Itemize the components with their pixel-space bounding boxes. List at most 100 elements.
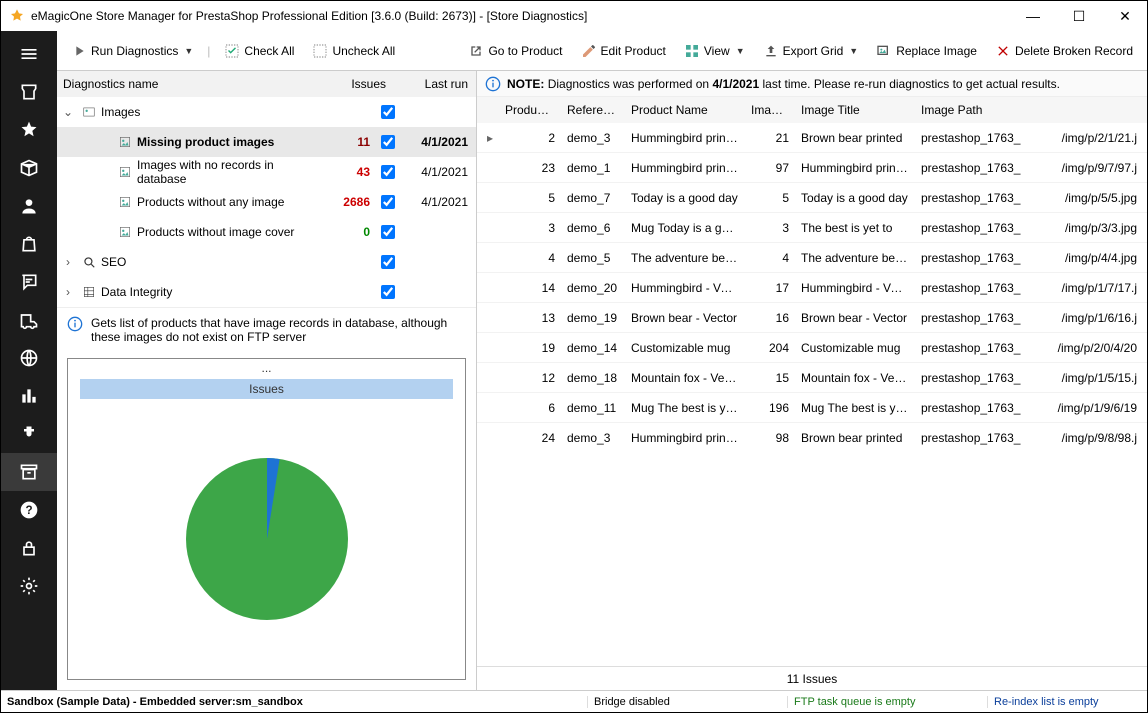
delete-broken-button[interactable]: Delete Broken Record	[989, 39, 1139, 63]
cell-product-id: 2	[499, 131, 561, 145]
diag-row[interactable]: Images with no records in database434/1/…	[57, 157, 476, 187]
nav-globe[interactable]	[1, 339, 57, 377]
cell-product-name: The adventure begins	[625, 251, 745, 265]
diag-checkbox[interactable]	[370, 255, 406, 269]
nav-package[interactable]	[1, 149, 57, 187]
diag-checkbox[interactable]	[370, 165, 406, 179]
diag-checkbox[interactable]	[370, 225, 406, 239]
replace-image-icon	[876, 43, 892, 59]
table-row[interactable]: 4demo_5The adventure begins4The adventur…	[477, 243, 1147, 273]
cell-product-id: 6	[499, 401, 561, 415]
diag-checkbox[interactable]	[370, 195, 406, 209]
col-product-id[interactable]: Product ID	[499, 103, 561, 117]
diag-row[interactable]: Products without any image26864/1/2021	[57, 187, 476, 217]
col-issues[interactable]: Issues	[326, 77, 396, 91]
table-row[interactable]: 14demo_20Hummingbird - Vector17Hummingbi…	[477, 273, 1147, 303]
titlebar: eMagicOne Store Manager for PrestaShop P…	[1, 1, 1147, 31]
dropdown-icon: ▼	[847, 46, 858, 56]
cell-image-id: 21	[745, 131, 795, 145]
nav-bag[interactable]	[1, 225, 57, 263]
nav-plugin[interactable]	[1, 415, 57, 453]
col-reference[interactable]: Reference	[561, 103, 625, 117]
run-diagnostics-button[interactable]: Run Diagnostics ▼	[65, 39, 199, 63]
row-icon	[79, 105, 99, 119]
plugin-icon	[19, 424, 39, 444]
check-all-button[interactable]: Check All	[218, 39, 300, 63]
table-row[interactable]: 6demo_11Mug The best is yet to196Mug The…	[477, 393, 1147, 423]
toolbar-separator: |	[205, 44, 212, 58]
diag-row[interactable]: Missing product images114/1/2021	[57, 127, 476, 157]
gear-icon	[19, 576, 39, 596]
cell-image-title: Mug The best is yet to	[795, 401, 915, 415]
nav-star[interactable]	[1, 111, 57, 149]
nav-gear[interactable]	[1, 567, 57, 605]
table-row[interactable]: 23demo_1Hummingbird printed97Hummingbird…	[477, 153, 1147, 183]
package-icon	[19, 158, 39, 178]
cell-product-name: Brown bear - Vector	[625, 311, 745, 325]
col-last-run[interactable]: Last run	[396, 77, 476, 91]
grid-body[interactable]: ▸2demo_3Hummingbird printed21Brown bear …	[477, 123, 1147, 666]
chart-ellipsis[interactable]: ...	[259, 359, 273, 377]
nav-menu[interactable]	[1, 35, 57, 73]
cell-image-path-rel: /img/p/2/1/21.j	[1035, 131, 1147, 145]
cell-product-id: 23	[499, 161, 561, 175]
edit-product-button[interactable]: Edit Product	[575, 39, 672, 63]
table-row[interactable]: 24demo_3Hummingbird printed98Brown bear …	[477, 423, 1147, 453]
diag-checkbox[interactable]	[370, 285, 406, 299]
col-image-path[interactable]: Image Path	[915, 103, 1035, 117]
diag-label: Products without any image	[135, 195, 320, 209]
cell-product-id: 24	[499, 431, 561, 445]
table-row[interactable]: 12demo_18Mountain fox - Vector15Mountain…	[477, 363, 1147, 393]
diag-row[interactable]: ›Data Integrity	[57, 277, 476, 307]
diag-row[interactable]: ›SEO	[57, 247, 476, 277]
diag-checkbox[interactable]	[370, 135, 406, 149]
col-product-name[interactable]: Product Name	[625, 103, 745, 117]
tree-toggle[interactable]: ⌄	[57, 105, 79, 119]
nav-help[interactable]: ?	[1, 491, 57, 529]
table-row[interactable]: 5demo_7Today is a good day5Today is a go…	[477, 183, 1147, 213]
table-row[interactable]: 13demo_19Brown bear - Vector16Brown bear…	[477, 303, 1147, 333]
cell-image-path-rel: /img/p/1/7/17.j	[1035, 281, 1147, 295]
table-row[interactable]: 19demo_14Customizable mug204Customizable…	[477, 333, 1147, 363]
export-grid-button[interactable]: Export Grid ▼	[757, 39, 865, 63]
col-image-id[interactable]: Image ID	[745, 103, 795, 117]
window-maximize-button[interactable]: ☐	[1065, 8, 1093, 25]
info-text: Gets list of products that have image re…	[91, 316, 466, 344]
diag-last-run: 4/1/2021	[406, 195, 476, 209]
user-icon	[19, 196, 39, 216]
col-image-title[interactable]: Image Title	[795, 103, 915, 117]
window-minimize-button[interactable]: —	[1019, 8, 1047, 24]
row-icon	[115, 165, 135, 179]
cell-reference: demo_3	[561, 431, 625, 445]
tree-toggle[interactable]: ›	[57, 255, 79, 269]
cell-image-title: Hummingbird printed	[795, 161, 915, 175]
cell-image-title: Mountain fox - Vector	[795, 371, 915, 385]
nav-chat[interactable]	[1, 263, 57, 301]
nav-user[interactable]	[1, 187, 57, 225]
toolbar: Run Diagnostics ▼ | Check All Uncheck Al…	[57, 31, 1147, 71]
nav-truck[interactable]	[1, 301, 57, 339]
diag-checkbox[interactable]	[370, 105, 406, 119]
replace-image-button[interactable]: Replace Image	[870, 39, 983, 63]
nav-chart[interactable]	[1, 377, 57, 415]
uncheck-all-button[interactable]: Uncheck All	[306, 39, 401, 63]
diag-row[interactable]: ⌄Images	[57, 97, 476, 127]
run-diagnostics-label: Run Diagnostics	[91, 44, 178, 58]
svg-text:?: ?	[25, 504, 32, 517]
uncheck-all-label: Uncheck All	[332, 44, 395, 58]
nav-store[interactable]	[1, 73, 57, 111]
go-to-product-button[interactable]: Go to Product	[462, 39, 568, 63]
table-row[interactable]: ▸2demo_3Hummingbird printed21Brown bear …	[477, 123, 1147, 153]
table-row[interactable]: 3demo_6Mug Today is a good3The best is y…	[477, 213, 1147, 243]
nav-archive[interactable]	[1, 453, 57, 491]
window-close-button[interactable]: ✕	[1111, 8, 1139, 25]
diag-row[interactable]: Products without image cover0	[57, 217, 476, 247]
view-button[interactable]: View ▼	[678, 39, 751, 63]
tree-toggle[interactable]: ›	[57, 285, 79, 299]
chat-icon	[19, 272, 39, 292]
replace-image-label: Replace Image	[896, 44, 977, 58]
col-diag-name[interactable]: Diagnostics name	[63, 77, 326, 91]
cell-image-id: 4	[745, 251, 795, 265]
nav-lock[interactable]	[1, 529, 57, 567]
note-pre: Diagnostics was performed on	[548, 77, 713, 91]
